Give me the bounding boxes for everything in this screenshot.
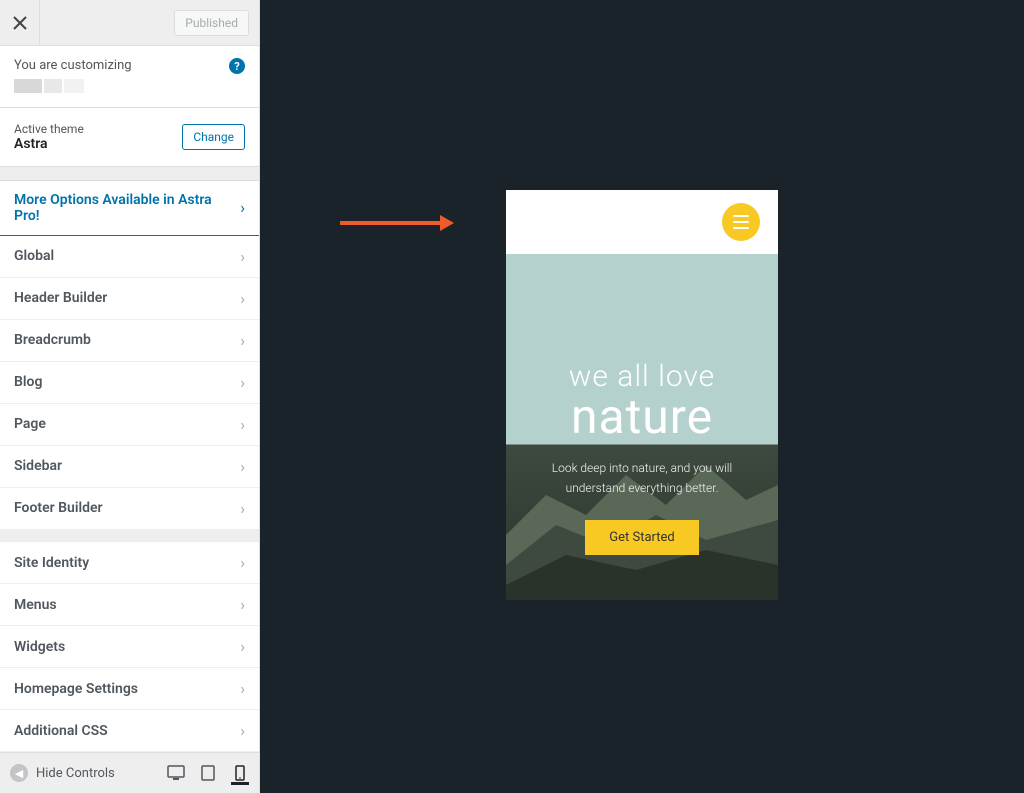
customizing-info: You are customizing ? <box>0 46 259 108</box>
close-button[interactable] <box>0 0 40 46</box>
hide-controls-button[interactable]: ◀ Hide Controls <box>10 764 115 782</box>
panel-label: Site Identity <box>14 555 89 571</box>
panel-footer-builder[interactable]: Footer Builder › <box>0 488 259 530</box>
chevron-right-icon: › <box>240 457 245 476</box>
panel-global[interactable]: Global › <box>0 236 259 278</box>
divider <box>0 530 259 543</box>
customizer-sidebar: Published You are customizing ? Active t… <box>0 0 260 793</box>
chevron-right-icon: › <box>240 289 245 308</box>
help-icon[interactable]: ? <box>229 58 245 74</box>
preview-area: we all love nature Look deep into nature… <box>260 0 1024 793</box>
chevron-right-icon: › <box>240 595 245 614</box>
panel-label: Footer Builder <box>14 500 103 516</box>
chevron-right-icon: › <box>240 331 245 350</box>
arrow-left-icon: ◀ <box>10 764 28 782</box>
menu-toggle-button[interactable] <box>722 203 760 241</box>
divider <box>0 167 259 180</box>
device-switcher <box>167 764 249 782</box>
panel-label: Global <box>14 248 54 264</box>
panel-breadcrumb[interactable]: Breadcrumb › <box>0 320 259 362</box>
customizing-label: You are customizing <box>14 58 245 73</box>
chevron-right-icon: › <box>240 247 245 266</box>
site-header <box>506 190 778 254</box>
mobile-preview-frame: we all love nature Look deep into nature… <box>506 190 778 600</box>
chevron-right-icon: › <box>240 553 245 572</box>
sidebar-header: Published <box>0 0 259 46</box>
hero-section: we all love nature Look deep into nature… <box>506 254 778 600</box>
panel-label: Menus <box>14 597 57 613</box>
desktop-icon[interactable] <box>167 764 185 782</box>
chevron-right-icon: › <box>240 679 245 698</box>
chevron-right-icon: › <box>240 373 245 392</box>
site-title-placeholder <box>14 79 245 93</box>
close-icon <box>13 16 27 30</box>
panel-site-identity[interactable]: Site Identity › <box>0 542 259 584</box>
panel-list-secondary: Site Identity › Menus › Widgets › Homepa… <box>0 542 259 752</box>
panel-blog[interactable]: Blog › <box>0 362 259 404</box>
hero-text: we all love nature Look deep into nature… <box>526 359 758 497</box>
panel-label: Blog <box>14 374 42 390</box>
active-theme-name: Astra <box>14 136 84 152</box>
hero-title-line2: nature <box>526 388 758 445</box>
panel-homepage-settings[interactable]: Homepage Settings › <box>0 668 259 710</box>
panel-list-main: More Options Available in Astra Pro! › G… <box>0 180 259 530</box>
chevron-right-icon: › <box>240 499 245 518</box>
panel-page[interactable]: Page › <box>0 404 259 446</box>
chevron-right-icon: › <box>240 198 245 217</box>
chevron-right-icon: › <box>240 721 245 740</box>
panel-label: Additional CSS <box>14 723 108 739</box>
panel-label: Sidebar <box>14 458 62 474</box>
promo-panel[interactable]: More Options Available in Astra Pro! › <box>0 180 259 236</box>
panel-label: Widgets <box>14 639 65 655</box>
theme-info: Active theme Astra <box>14 122 84 152</box>
panel-header-builder[interactable]: Header Builder › <box>0 278 259 320</box>
tablet-icon[interactable] <box>199 764 217 782</box>
panel-label: Homepage Settings <box>14 681 138 697</box>
panel-sidebar[interactable]: Sidebar › <box>0 446 259 488</box>
promo-label: More Options Available in Astra Pro! <box>14 192 240 224</box>
panel-label: Page <box>14 416 46 432</box>
chevron-right-icon: › <box>240 637 245 656</box>
mobile-icon[interactable] <box>231 767 249 785</box>
annotation-arrow <box>340 215 454 231</box>
panel-label: Breadcrumb <box>14 332 91 348</box>
panel-label: Header Builder <box>14 290 107 306</box>
panel-additional-css[interactable]: Additional CSS › <box>0 710 259 752</box>
panel-menus[interactable]: Menus › <box>0 584 259 626</box>
get-started-button[interactable]: Get Started <box>585 520 698 555</box>
hide-controls-label: Hide Controls <box>36 766 115 781</box>
change-theme-button[interactable]: Change <box>182 124 245 150</box>
publish-button[interactable]: Published <box>174 10 249 36</box>
active-theme-label: Active theme <box>14 122 84 136</box>
chevron-right-icon: › <box>240 415 245 434</box>
active-theme-row: Active theme Astra Change <box>0 108 259 167</box>
hero-subtitle: Look deep into nature, and you will unde… <box>526 459 758 497</box>
hamburger-icon <box>733 215 749 217</box>
panel-widgets[interactable]: Widgets › <box>0 626 259 668</box>
sidebar-footer: ◀ Hide Controls <box>0 752 259 793</box>
